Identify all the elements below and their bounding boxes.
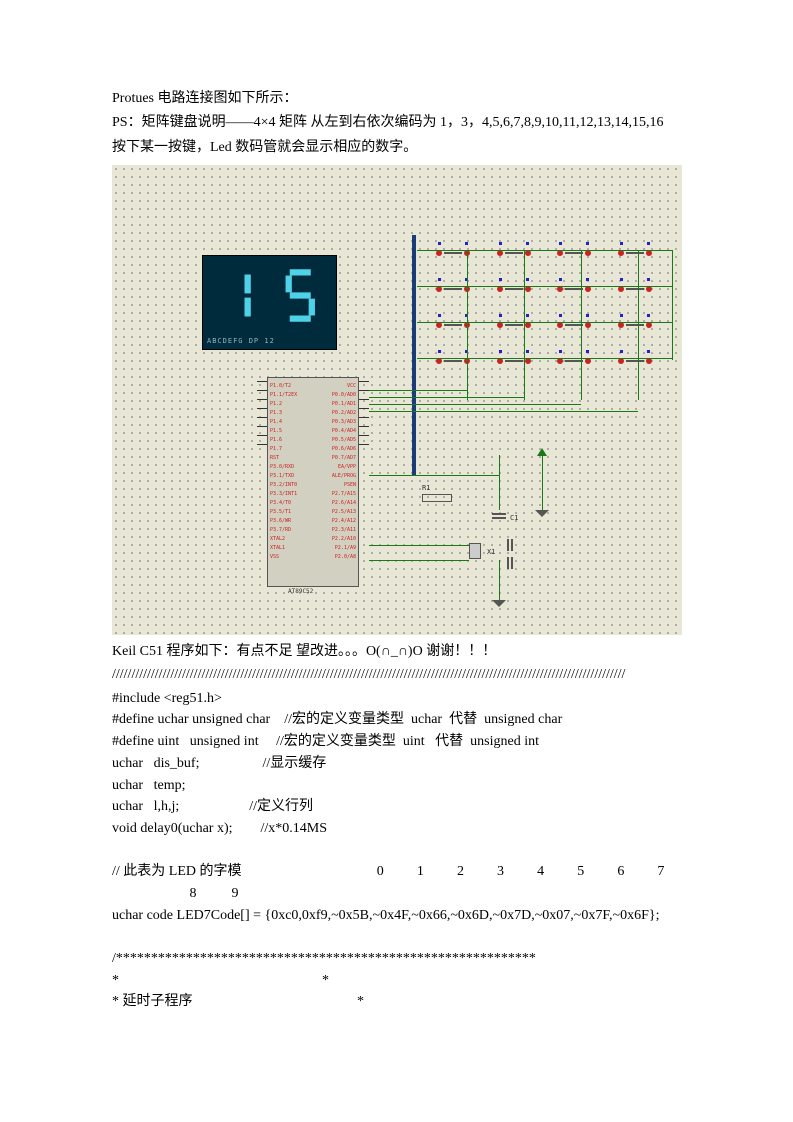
wire-keypad-h3 bbox=[417, 322, 672, 323]
wire-mcu-out-1 bbox=[369, 390, 467, 391]
intro-line-2: PS：矩阵键盘说明——4×4 矩阵 从左到右依次编码为 1，3，4,5,6,7,… bbox=[112, 112, 681, 134]
wire-xtal-h2 bbox=[369, 560, 469, 561]
key-12[interactable] bbox=[616, 317, 654, 333]
code-disbuf: uchar dis_buf; //显示缓存 bbox=[112, 753, 681, 775]
code-define-uchar: #define uchar unsigned char //宏的定义变量类型 u… bbox=[112, 709, 681, 731]
code-define-uint: #define uint unsigned int //宏的定义变量类型 uin… bbox=[112, 731, 681, 753]
crystal-label: X1 bbox=[487, 547, 495, 558]
code-block: #include <reg51.h> #define uchar unsigne… bbox=[112, 688, 681, 1013]
code-led7code: uchar code LED7Code[] = {0xc0,0xf9,~0x5B… bbox=[112, 905, 681, 927]
led-table-row2: 8 9 bbox=[112, 883, 681, 905]
digit-tens bbox=[213, 264, 266, 327]
code-lhj: uchar l,h,j; //定义行列 bbox=[112, 796, 681, 818]
power-arrow-icon bbox=[537, 448, 547, 456]
wire-keypad-v1 bbox=[467, 250, 468, 400]
wire-rst-h bbox=[369, 475, 499, 476]
comment-blank: * * bbox=[112, 970, 681, 992]
intro-line-3: 按下某一按键，Led 数码管就会显示相应的数字。 bbox=[112, 137, 681, 159]
mcu-part-label: AT89C52 bbox=[288, 587, 313, 597]
comment-top: /***************************************… bbox=[112, 948, 681, 970]
key-14[interactable] bbox=[495, 353, 533, 369]
proteus-schematic: ABCDEFG DP 12 P1.0/T2 P1.1/T2EX P1.2 P1.… bbox=[112, 165, 682, 635]
key-16[interactable] bbox=[616, 353, 654, 369]
after-schematic-text: Keil C51 程序如下：有点不足 望改进。。。O(∩_∩)O 谢谢！！！ bbox=[112, 641, 681, 663]
code-include: #include <reg51.h> bbox=[112, 688, 681, 710]
intro-line-1: Protues 电路连接图如下所示： bbox=[112, 88, 681, 110]
code-blank-2 bbox=[112, 926, 681, 948]
ground-icon bbox=[492, 600, 506, 607]
wire-keypad-h2 bbox=[417, 286, 672, 287]
key-2[interactable] bbox=[495, 245, 533, 261]
mcu-at89c52: P1.0/T2 P1.1/T2EX P1.2 P1.3 P1.4 P1.5 P1… bbox=[267, 377, 359, 587]
cap-xtal-1 bbox=[507, 539, 513, 555]
key-10[interactable] bbox=[495, 317, 533, 333]
separator-slashes: ////////////////////////////////////////… bbox=[112, 666, 681, 684]
bus-wire-vertical bbox=[412, 235, 416, 475]
mcu-pins-left: P1.0/T2 P1.1/T2EX P1.2 P1.3 P1.4 P1.5 P1… bbox=[270, 382, 297, 562]
key-7[interactable] bbox=[555, 281, 593, 297]
wire-mcu-out-4 bbox=[369, 411, 638, 412]
wire-keypad-h4 bbox=[417, 358, 672, 359]
wire-keypad-v3 bbox=[581, 250, 582, 400]
key-15[interactable] bbox=[555, 353, 593, 369]
cap-xtal-2 bbox=[507, 557, 513, 573]
ground-icon-2 bbox=[535, 510, 549, 517]
digit-ones bbox=[274, 264, 327, 327]
key-8[interactable] bbox=[616, 281, 654, 297]
wire-keypad-h1 bbox=[417, 250, 672, 251]
key-11[interactable] bbox=[555, 317, 593, 333]
comment-title: * 延时子程序 * bbox=[112, 991, 681, 1013]
resistor-r1: R1 bbox=[422, 483, 452, 502]
wire-gnd-v bbox=[499, 560, 500, 600]
led-table-row1: // 此表为 LED 的字模 0 1 2 3 4 5 6 7 bbox=[112, 861, 681, 883]
crystal-x1 bbox=[469, 543, 481, 559]
display-pin-label: ABCDEFG DP 12 bbox=[207, 336, 332, 347]
wire-power-v bbox=[542, 455, 543, 510]
wire-keypad-v4 bbox=[638, 250, 639, 400]
wire-rst-v bbox=[499, 455, 500, 510]
code-blank-1 bbox=[112, 840, 681, 862]
mcu-pins-right: VCC P0.0/AD0 P0.1/AD1 P0.2/AD2 P0.3/AD3 … bbox=[332, 382, 356, 562]
segment-area bbox=[213, 264, 326, 327]
code-delay0: void delay0(uchar x); //x*0.14MS bbox=[112, 818, 681, 840]
key-6[interactable] bbox=[495, 281, 533, 297]
key-3[interactable] bbox=[555, 245, 593, 261]
key-4[interactable] bbox=[616, 245, 654, 261]
cap-label-c1: C1 bbox=[510, 513, 518, 524]
capacitor-c1 bbox=[492, 513, 506, 519]
code-temp: uchar temp; bbox=[112, 775, 681, 797]
wire-xtal-h1 bbox=[369, 545, 469, 546]
wire-keypad-v-right bbox=[672, 250, 673, 360]
wire-mcu-out-3 bbox=[369, 404, 581, 405]
seven-segment-display: ABCDEFG DP 12 bbox=[202, 255, 337, 350]
wire-mcu-out-2 bbox=[369, 397, 524, 398]
wire-keypad-v2 bbox=[524, 250, 525, 400]
